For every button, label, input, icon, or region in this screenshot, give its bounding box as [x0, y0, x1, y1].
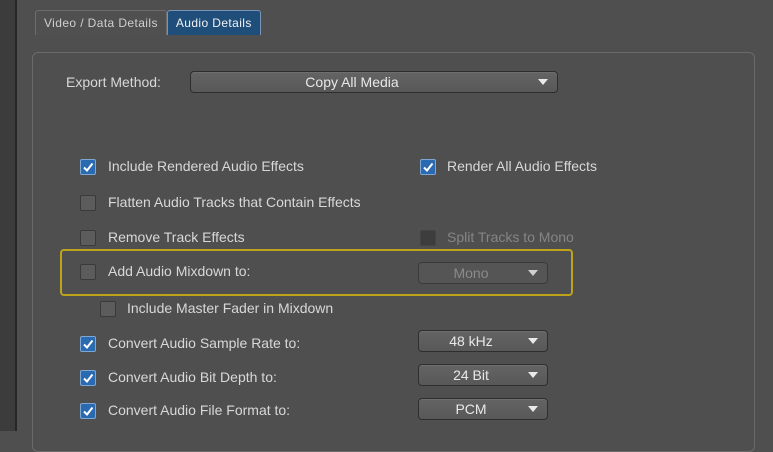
convert-file-format-label: Convert Audio File Format to: [108, 402, 291, 418]
mixdown-format-dropdown[interactable]: Mono [418, 262, 548, 284]
include-master-fader-checkbox[interactable] [100, 301, 116, 317]
chevron-down-icon [528, 372, 538, 378]
checkmark-icon [83, 373, 94, 384]
checkmark-icon [83, 406, 94, 417]
convert-bit-depth-checkbox[interactable] [80, 370, 96, 386]
flatten-tracks-label: Flatten Audio Tracks that Contain Effect… [108, 194, 361, 210]
export-method-dropdown[interactable]: Copy All Media [190, 71, 558, 93]
render-all-effects-checkbox[interactable] [420, 159, 436, 175]
add-mixdown-checkbox[interactable] [80, 264, 96, 280]
file-format-dropdown[interactable]: PCM [418, 398, 548, 420]
file-format-value: PCM [455, 401, 487, 417]
sample-rate-value: 48 kHz [449, 333, 493, 349]
add-mixdown-label: Add Audio Mixdown to: [108, 263, 251, 279]
split-tracks-mono-label: Split Tracks to Mono [447, 229, 574, 245]
remove-track-effects-label: Remove Track Effects [108, 229, 245, 245]
export-method-value: Copy All Media [305, 74, 399, 90]
checkmark-icon [83, 339, 94, 350]
tab-video-data-details[interactable]: Video / Data Details [35, 10, 167, 35]
render-all-effects-label: Render All Audio Effects [447, 158, 597, 174]
tab-audio-details[interactable]: Audio Details [166, 10, 261, 35]
export-method-label: Export Method: [66, 74, 161, 90]
bit-depth-value: 24 Bit [453, 367, 489, 383]
chevron-down-icon [528, 270, 538, 276]
panel-divider [15, 0, 17, 431]
flatten-tracks-checkbox[interactable] [80, 195, 96, 211]
mixdown-format-value: Mono [453, 265, 489, 281]
chevron-down-icon [538, 79, 548, 85]
tab-bar: Video / Data Details Audio Details [35, 8, 261, 36]
include-master-fader-label: Include Master Fader in Mixdown [127, 300, 334, 316]
convert-sample-rate-label: Convert Audio Sample Rate to: [108, 335, 301, 351]
checkmark-icon [83, 162, 94, 173]
sample-rate-dropdown[interactable]: 48 kHz [418, 330, 548, 352]
checkmark-icon [423, 162, 434, 173]
convert-bit-depth-label: Convert Audio Bit Depth to: [108, 369, 277, 385]
remove-track-effects-checkbox[interactable] [80, 230, 96, 246]
side-panel-edge [0, 0, 16, 431]
include-rendered-effects-label: Include Rendered Audio Effects [108, 158, 304, 174]
include-rendered-effects-checkbox[interactable] [80, 159, 96, 175]
convert-sample-rate-checkbox[interactable] [80, 336, 96, 352]
bit-depth-dropdown[interactable]: 24 Bit [418, 364, 548, 386]
split-tracks-mono-checkbox[interactable] [420, 230, 436, 246]
convert-file-format-checkbox[interactable] [80, 403, 96, 419]
chevron-down-icon [528, 338, 538, 344]
chevron-down-icon [528, 406, 538, 412]
